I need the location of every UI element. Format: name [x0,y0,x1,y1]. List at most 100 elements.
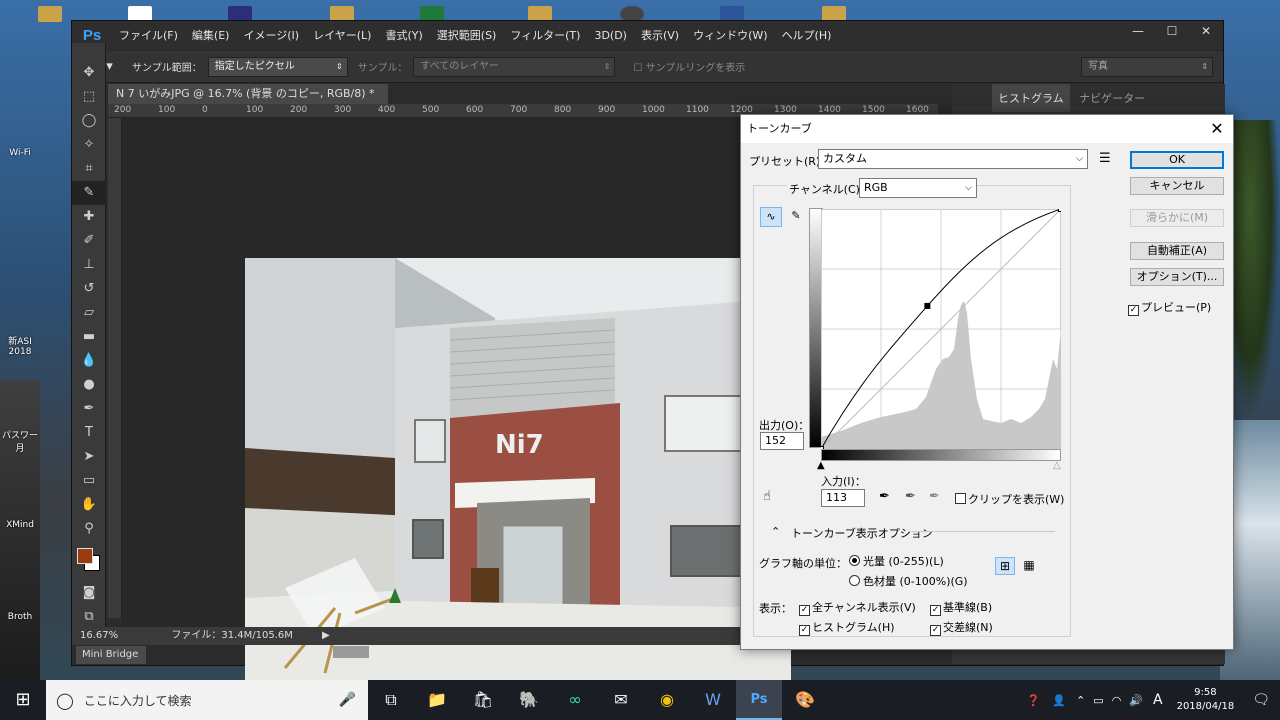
hand-tool-icon[interactable]: ✋ [72,493,106,517]
grid-detailed-icon[interactable]: ▦ [1019,557,1039,575]
ok-button[interactable]: OK [1130,151,1224,169]
help-icon[interactable]: ❓ [1021,694,1047,707]
quick-select-tool-icon[interactable]: ✧ [72,133,106,157]
gradient-tool-icon[interactable]: ▬ [72,325,106,349]
white-point-slider-icon[interactable]: △ [1053,460,1061,471]
evernote-icon[interactable]: 🐘 [506,680,552,720]
photoshop-taskbar-icon[interactable]: Ps [736,680,782,720]
quick-mask-icon[interactable]: ◙ [72,581,106,605]
sample-select[interactable]: すべてのレイヤー ⇕ [413,56,616,77]
task-view-icon[interactable]: ⧉ [368,680,414,720]
crop-tool-icon[interactable]: ⌗ [72,157,106,181]
notification-icon[interactable]: 🗨 [1242,692,1280,708]
workspace-select[interactable]: 写真 ⇕ [1081,56,1213,77]
menu-3d[interactable]: 3D(D) [587,29,634,42]
store-icon[interactable]: 🛍 [460,680,506,720]
menu-type[interactable]: 書式(Y) [378,27,429,43]
desktop-label-wifi[interactable]: Wi-Fi [0,148,40,158]
show-intersection-checkbox[interactable]: ✓ 交差線(N) [930,619,993,636]
unit-pigment-radio[interactable]: 色材量 (0-100%)(G) [849,573,968,589]
type-tool-icon[interactable]: T [72,421,106,445]
minimize-button[interactable]: — [1121,21,1155,41]
menu-layer[interactable]: レイヤー(L) [306,27,378,43]
healing-brush-icon[interactable]: ✚ [72,205,106,229]
microphone-icon[interactable]: 🎤 [339,692,356,708]
zoom-level[interactable]: 16.67% [72,630,118,641]
show-all-channels-checkbox[interactable]: ✓ 全チャンネル表示(V) [799,599,916,616]
zoom-tool-icon[interactable]: ⚲ [72,517,106,541]
targeted-adjust-icon[interactable]: ☝ [763,489,771,504]
brush-tool-icon[interactable]: ✐ [72,229,106,253]
menu-file[interactable]: ファイル(F) [112,27,185,43]
lasso-tool-icon[interactable]: ◯ [72,109,106,133]
black-point-slider-icon[interactable]: ▲ [817,460,825,471]
volume-icon[interactable]: 🔊 [1125,694,1147,707]
menu-help[interactable]: ヘルプ(H) [775,27,839,43]
eyedropper-icon[interactable]: ✎ [72,181,106,205]
menu-edit[interactable]: 編集(E) [185,27,237,43]
dodge-tool-icon[interactable]: ● [72,373,106,397]
clip-checkbox[interactable]: クリップを表示(W) [955,491,1064,507]
foreground-color-swatch[interactable] [77,548,93,564]
unit-light-radio[interactable]: 光量 (0-255)(L) [849,553,944,569]
preset-options-icon[interactable]: ☰ [1099,151,1111,166]
input-field[interactable]: 113 [821,489,865,507]
people-icon[interactable]: 👤 [1046,694,1072,707]
move-tool-icon[interactable]: ✥ [72,61,106,85]
marquee-tool-icon[interactable]: ⬚ [72,85,106,109]
ime-indicator[interactable]: A [1147,692,1169,708]
menu-view[interactable]: 表示(V) [634,27,686,43]
gray-eyedropper-icon[interactable]: ✒ [905,489,916,504]
chrome-icon[interactable]: ◉ [644,680,690,720]
auto-button[interactable]: 自動補正(A) [1130,242,1224,260]
grid-simple-icon[interactable]: ⊞ [995,557,1015,575]
screen-mode-icon[interactable]: ⧉ [72,605,106,629]
pencil-tool-icon[interactable]: ✎ [785,207,807,227]
options-button[interactable]: オプション(T)... [1130,268,1224,286]
clock[interactable]: 9:58 2018/04/18 [1169,686,1243,714]
mini-bridge-tab[interactable]: Mini Bridge [76,646,146,664]
sample-ring-checkbox[interactable]: ☐ サンプルリングを表示 [633,59,745,74]
wifi-icon[interactable]: ◠ [1108,694,1126,707]
tripadvisor-icon[interactable]: ∞ [552,680,598,720]
close-window-button[interactable]: ✕ [1189,21,1223,41]
menu-select[interactable]: 選択範囲(S) [430,27,504,43]
dialog-close-icon[interactable]: ✕ [1205,117,1229,141]
curve-control-point[interactable] [1058,209,1062,212]
black-eyedropper-icon[interactable]: ✒ [879,489,890,504]
white-eyedropper-icon[interactable]: ✒ [929,489,940,504]
mail-icon[interactable]: ✉ [598,680,644,720]
desktop-label-password[interactable]: パスワー 月 [0,428,40,454]
battery-icon[interactable]: ▭ [1089,694,1107,707]
curve-point-tool-icon[interactable]: ∿ [760,207,782,227]
history-brush-icon[interactable]: ↺ [72,277,106,301]
paint-icon[interactable]: 🎨 [782,680,828,720]
shape-tool-icon[interactable]: ▭ [72,469,106,493]
menu-window[interactable]: ウィンドウ(W) [686,27,774,43]
eraser-tool-icon[interactable]: ▱ [72,301,106,325]
desktop-label-brother[interactable]: Broth [0,612,40,622]
explorer-icon[interactable]: 📁 [414,680,460,720]
output-field[interactable]: 152 [760,432,804,450]
channel-select[interactable]: RGB ⌵ [859,178,977,198]
show-histogram-checkbox[interactable]: ✓ ヒストグラム(H) [799,619,895,636]
start-button[interactable]: ⊞ [0,680,46,720]
curve-control-point[interactable] [924,302,931,309]
menu-image[interactable]: イメージ(I) [236,27,306,43]
pen-tool-icon[interactable]: ✒ [72,397,106,421]
stamp-tool-icon[interactable]: ⊥ [72,253,106,277]
smooth-button[interactable]: 滑らかに(M) [1130,209,1224,227]
curve-graph[interactable] [821,209,1061,449]
word-icon[interactable]: W [690,680,736,720]
preset-select[interactable]: カスタム ⌵ [818,149,1088,169]
maximize-button[interactable]: ☐ [1155,21,1189,41]
cancel-button[interactable]: キャンセル [1130,177,1224,195]
show-baseline-checkbox[interactable]: ✓ 基準線(B) [930,599,992,616]
desktop-label-asi[interactable]: 新ASI 2018 [0,334,40,357]
desktop-icon-folder[interactable] [38,6,62,22]
collapse-options-icon[interactable]: ⌃ [771,525,780,538]
blur-tool-icon[interactable]: 💧 [72,349,106,373]
status-arrow-icon[interactable]: ▶ [322,630,330,641]
tab-navigator[interactable]: ナビゲーター [1073,84,1151,112]
chevron-up-icon[interactable]: ⌃ [1072,694,1089,707]
